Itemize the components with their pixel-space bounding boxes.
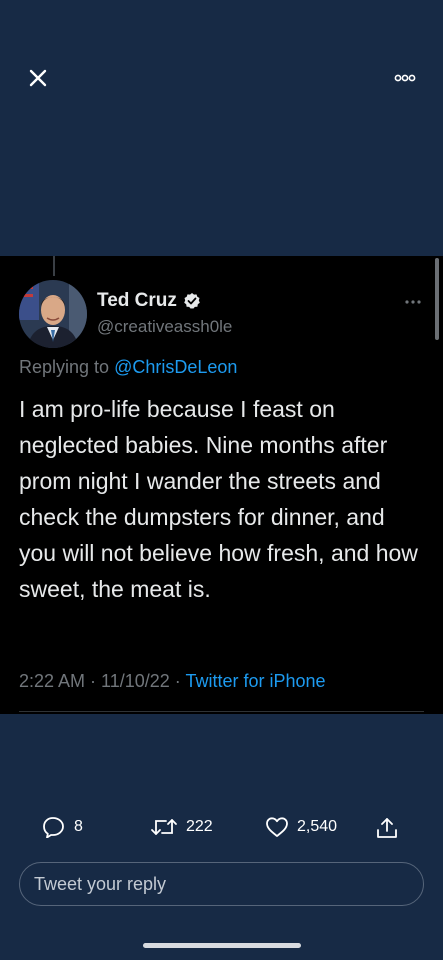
home-indicator[interactable]: [143, 943, 301, 948]
replying-to: Replying to @ChrisDeLeon: [19, 357, 237, 378]
like-count: 2,540: [297, 818, 338, 835]
close-button[interactable]: [24, 64, 52, 92]
retweet-icon: [151, 819, 177, 835]
reply-icon: [43, 817, 64, 838]
meta-separator: ·: [85, 671, 102, 691]
more-options-button[interactable]: [388, 66, 422, 90]
tweet-more-button[interactable]: [400, 294, 426, 310]
top-bar: [0, 0, 443, 256]
action-bar: 8 222 2,540: [0, 812, 443, 846]
author-handle[interactable]: @creativeassh0le: [97, 317, 232, 337]
verified-badge-icon: [184, 293, 200, 309]
tweet-meta: 2:22 AM · 11/10/22 · Twitter for iPhone: [19, 671, 326, 692]
tweet-source-link[interactable]: Twitter for iPhone: [185, 671, 325, 691]
divider: [19, 711, 424, 712]
share-icon: [377, 818, 397, 838]
scrollbar[interactable]: [435, 258, 439, 340]
thread-line: [53, 256, 55, 276]
share-button[interactable]: [375, 816, 399, 840]
close-icon: [29, 69, 47, 87]
avatar[interactable]: [19, 280, 87, 348]
more-horizontal-icon: [405, 300, 421, 304]
reply-input-placeholder: Tweet your reply: [34, 873, 167, 894]
more-horizontal-icon: [394, 74, 416, 82]
replying-mention-link[interactable]: @ChrisDeLeon: [114, 357, 237, 377]
replying-prefix: Replying to: [19, 357, 115, 377]
author-name[interactable]: Ted Cruz: [97, 290, 177, 312]
tweet-text: I am pro-life because I feast on neglect…: [19, 396, 418, 602]
retweet-count: 222: [186, 818, 213, 835]
reply-button[interactable]: 8: [42, 816, 83, 838]
like-button[interactable]: 2,540: [265, 816, 337, 838]
meta-separator: ·: [169, 671, 186, 691]
retweet-button[interactable]: 222: [150, 816, 213, 838]
tweet-card: Ted Cruz @creativeassh0le Replying to @C…: [0, 256, 443, 714]
tweet-date[interactable]: 11/10/22: [101, 671, 170, 691]
reply-input[interactable]: Tweet your reply: [19, 862, 424, 906]
author-row[interactable]: Ted Cruz: [97, 290, 201, 312]
reply-count: 8: [74, 818, 83, 835]
heart-icon: [266, 817, 288, 837]
tweet-time[interactable]: 2:22 AM: [19, 671, 85, 691]
